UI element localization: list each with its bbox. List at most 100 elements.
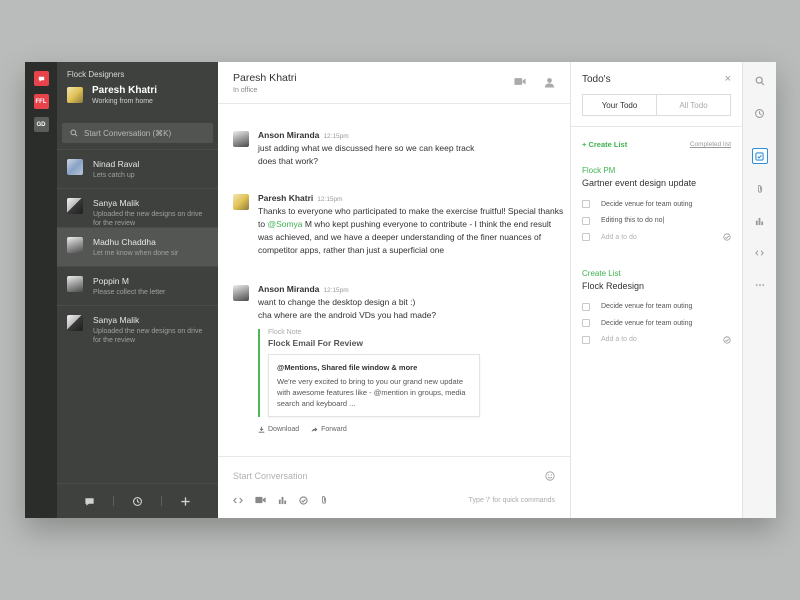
tab-all-todo[interactable]: All Todo [657,95,730,115]
avatar [67,159,83,175]
user-avatar [67,87,83,103]
add-todo-row[interactable]: Add a to do [582,332,731,349]
sidebar-footer [57,484,218,518]
close-icon[interactable]: × [725,73,731,85]
conversation-item[interactable]: Sanya Malik Uploaded the new designs on … [57,305,218,344]
team-rail: FFL GD [25,62,57,518]
conversation-list: Ninad Raval Lets catch up Sanya Malik Up… [57,149,218,484]
attachment-icon[interactable] [753,182,767,196]
message-text: just adding what we discussed here so we… [258,142,474,168]
user-name: Paresh Khatri [92,85,158,96]
list-label: Flock PM [582,166,616,175]
history-icon[interactable] [753,106,767,120]
team-gd[interactable]: GD [33,117,49,132]
message-line: cha where are the android VDs you had ma… [258,310,437,320]
tab-your-todo[interactable]: Your Todo [583,95,657,115]
checkbox[interactable] [582,319,590,328]
checkbox[interactable] [582,200,590,209]
conversation-item[interactable]: Ninad Raval Lets catch up [57,149,218,188]
message-text: Thanks to everyone who participated to m… [258,205,563,257]
add-todo-row[interactable]: Add a to do [582,229,731,246]
team-flock-icon[interactable] [33,71,49,86]
checkbox [582,335,590,344]
team-name: Flock Designers [67,70,125,79]
conversation-preview: Lets catch up [93,172,135,179]
conversation-item[interactable]: Poppin M Please collect the letter [57,266,218,305]
message-line: Thanks to everyone who participated to m… [258,206,564,216]
search-box[interactable] [62,123,213,143]
note-title: Flock Email For Review [268,338,363,348]
message-time: 12:15pm [323,287,349,294]
avatar [67,276,83,292]
message-time: 12:15pm [317,196,343,203]
conversation-preview: Uploaded the new designs on drive for th… [93,211,203,227]
search-icon[interactable] [753,74,767,88]
history-icon[interactable] [132,496,143,507]
todo-item[interactable]: Decide venue for team outing [582,315,731,332]
note-card[interactable]: @Mentions, Shared file window & more We'… [268,354,480,417]
create-list-button[interactable]: + Create List [582,140,627,149]
message-list: Anson Miranda 12:15pm just adding what we… [218,104,570,456]
conversation-name: Ninad Raval [93,159,140,169]
composer: Type '/' for quick commands [218,456,570,518]
mention-link[interactable]: @Somya [267,219,302,229]
list-name: Flock Redesign [582,280,645,291]
checkbox[interactable] [582,302,590,311]
conversation-name: Sanya Malik [93,315,140,325]
conversation-item[interactable]: Sanya Malik Uploaded the new designs on … [57,188,218,227]
checkbox [582,233,590,242]
add-todo-input[interactable]: Add a to do [601,234,637,241]
avatar [233,194,249,210]
todo-item-text: Decide venue for team outing [601,303,693,311]
message-line: was achieved, and we have a deeper under… [258,232,542,242]
emoji-icon[interactable] [545,471,555,481]
avatar [233,285,249,301]
list-label[interactable]: Create List [582,269,731,278]
more-icon[interactable] [753,278,767,292]
conversation-item-active[interactable]: Madhu Chaddha Let me know when done sir [57,227,218,266]
video-icon[interactable] [255,496,266,504]
poll-icon[interactable] [278,496,287,505]
chat-status: In office [233,86,258,94]
check-circle-icon[interactable] [723,336,731,344]
conversation-preview: Please collect the letter [93,289,166,296]
todo-icon[interactable] [299,495,308,505]
current-user[interactable]: Paresh Khatri Working from home [67,85,208,105]
code-snippet-icon[interactable] [753,246,767,260]
add-todo-input[interactable]: Add a to do [601,336,637,343]
checkbox[interactable] [582,216,590,225]
download-button[interactable]: Download [258,426,299,433]
poll-icon[interactable] [753,214,767,228]
chat-pane: Paresh Khatri In office Anson Miranda 12:… [218,62,571,518]
todo-app-icon[interactable] [751,148,768,164]
completed-list-link[interactable]: Completed list [690,141,731,148]
app-window: FFL GD Flock Designers Paresh Khatri Wor… [25,62,776,518]
todo-item[interactable]: Decide venue for team outing [582,299,731,316]
conversation-name: Sanya Malik [93,198,140,208]
search-icon [70,129,78,137]
chat-bubble-icon[interactable] [84,496,95,507]
todo-item[interactable]: Editing this to do no| [582,213,731,230]
message-author: Anson Miranda 12:15pm [258,284,480,294]
download-icon [258,426,265,433]
forward-button[interactable]: Forward [311,426,347,433]
video-call-icon[interactable] [514,77,526,86]
plus-icon[interactable] [180,496,191,507]
conversation-name: Poppin M [93,276,129,286]
todo-list: Create List Flock Redesign Decide venue … [571,269,742,349]
conversation-preview: Let me know when done sir [93,250,179,257]
avatar [67,237,83,253]
author-name: Paresh Khatri [258,193,314,203]
user-profile-icon[interactable] [544,77,555,88]
team-ffl[interactable]: FFL [33,94,49,109]
attachment-icon[interactable] [320,495,328,505]
app-rail [743,62,776,518]
sidebar-header: Flock Designers Paresh Khatri Working fr… [57,62,218,120]
search-input[interactable] [84,128,204,138]
flock-note[interactable]: Flock Note Flock Email For Review @Menti… [258,329,480,417]
message-input[interactable] [233,471,545,481]
code-snippet-icon[interactable] [233,496,243,505]
list-name: Gartner event design update [582,178,697,188]
todo-item[interactable]: Decide venue for team outing [582,196,731,213]
check-circle-icon[interactable] [723,233,731,241]
